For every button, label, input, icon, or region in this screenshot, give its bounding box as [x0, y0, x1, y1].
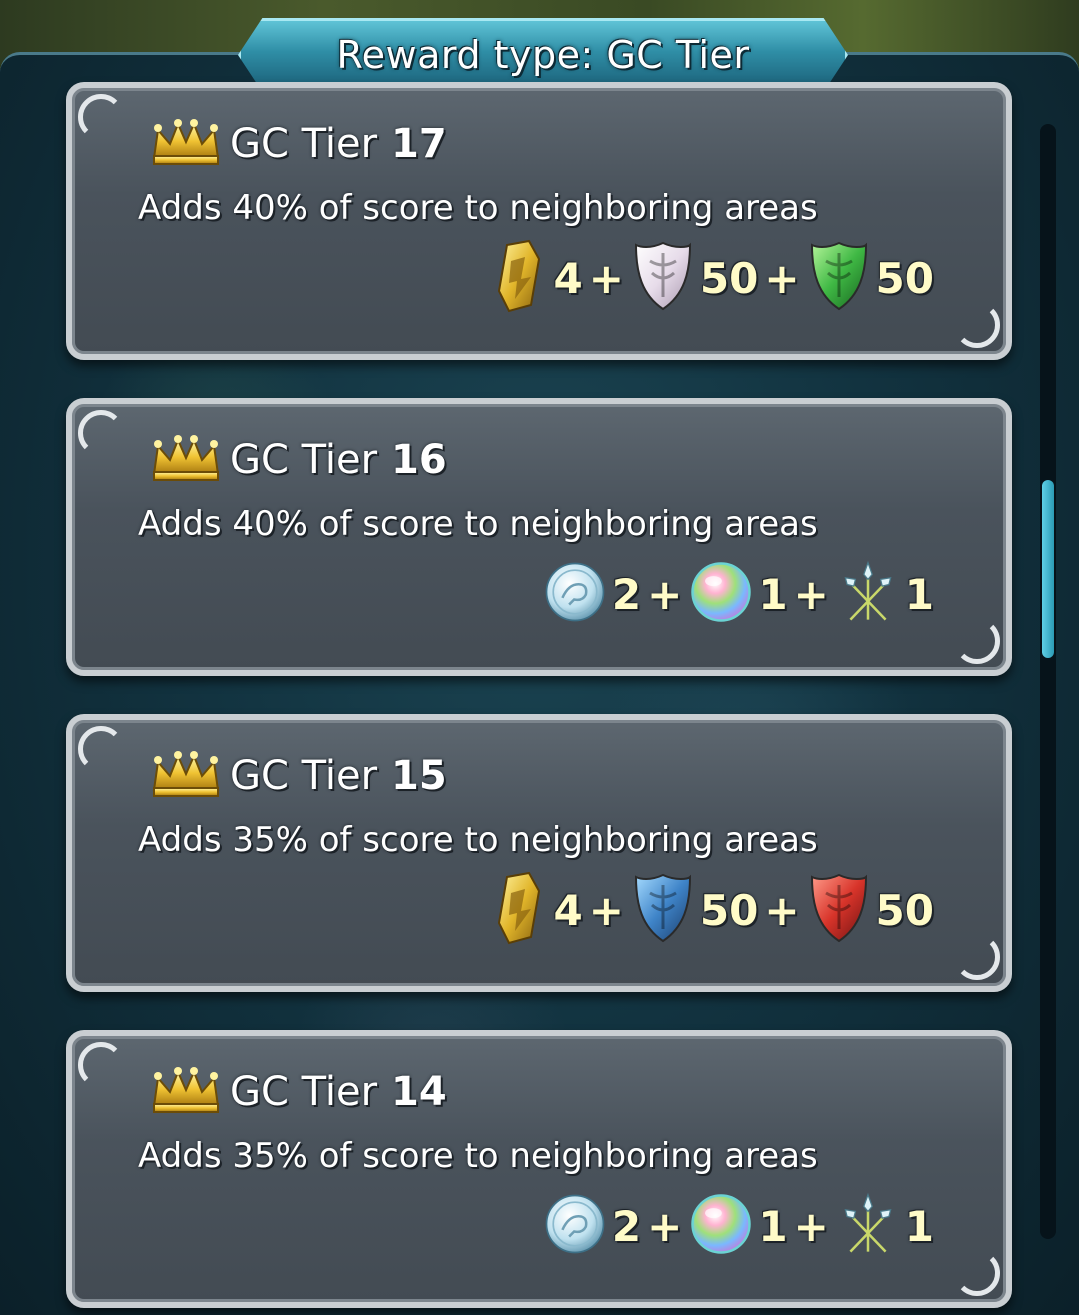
- tier-title-row: GC Tier 16: [150, 434, 447, 486]
- gold-badge-icon: [485, 871, 547, 949]
- tier-label: GC Tier 17: [230, 121, 447, 167]
- silver-coin-icon: [544, 555, 606, 633]
- reward-quantity: 1: [904, 569, 934, 619]
- tier-number: 15: [391, 753, 447, 799]
- tier-description: Adds 35% of score to neighboring areas: [138, 820, 818, 860]
- white-crest-shield-icon: [632, 239, 694, 317]
- reward-list: 2 +1 +1: [544, 1186, 940, 1266]
- reward-list: 2 +1 +1: [544, 554, 940, 634]
- plus-sign: +: [588, 885, 624, 935]
- triple-lance-icon: [837, 1187, 899, 1265]
- tier-label: GC Tier 14: [230, 1069, 447, 1115]
- tier-title-row: GC Tier 15: [150, 750, 447, 802]
- tier-card: GC Tier 16 Adds 40% of score to neighborin…: [66, 398, 1012, 676]
- tier-description: Adds 40% of score to neighboring areas: [138, 188, 818, 228]
- triple-lance-icon: [837, 555, 899, 633]
- crown-icon: [150, 750, 230, 802]
- rainbow-orb-icon: [690, 1187, 752, 1265]
- crown-icon: [150, 1066, 230, 1118]
- tier-card: GC Tier 17 Adds 40% of score to neighborin…: [66, 82, 1012, 360]
- plus-sign: +: [793, 1201, 829, 1251]
- green-crest-shield-icon: [808, 239, 870, 317]
- rainbow-orb-icon: [690, 555, 752, 633]
- reward-quantity: 50: [699, 885, 759, 935]
- reward-quantity: 2: [611, 1201, 642, 1251]
- plus-sign: +: [647, 1201, 683, 1251]
- red-crest-shield-icon: [808, 871, 870, 949]
- scrollbar-track[interactable]: [1040, 124, 1056, 1239]
- plus-sign: +: [764, 885, 800, 935]
- reward-quantity: 1: [758, 569, 788, 619]
- tier-title-row: GC Tier 17: [150, 118, 447, 170]
- tier-card: GC Tier 15 Adds 35% of score to neighborin…: [66, 714, 1012, 992]
- tier-number: 17: [391, 121, 447, 167]
- scrollbar-thumb[interactable]: [1042, 479, 1054, 659]
- gold-badge-icon: [485, 239, 547, 317]
- plus-sign: +: [647, 569, 683, 619]
- reward-quantity: 50: [699, 253, 759, 303]
- reward-quantity: 1: [758, 1201, 788, 1251]
- reward-quantity: 1: [904, 1201, 934, 1251]
- reward-list: 4 +50 +50: [485, 870, 940, 950]
- silver-coin-icon: [544, 1187, 606, 1265]
- plus-sign: +: [588, 253, 624, 303]
- reward-quantity: 4: [553, 885, 583, 935]
- tier-number: 14: [391, 1069, 447, 1115]
- reward-list: 4 +50 +50: [485, 238, 940, 318]
- tier-number: 16: [391, 437, 447, 483]
- tier-description: Adds 40% of score to neighboring areas: [138, 504, 818, 544]
- crown-icon: [150, 434, 230, 486]
- tier-label: GC Tier 15: [230, 753, 447, 799]
- tier-description: Adds 35% of score to neighboring areas: [138, 1136, 818, 1176]
- tier-title-row: GC Tier 14: [150, 1066, 447, 1118]
- reward-quantity: 2: [611, 569, 642, 619]
- reward-type-header: Reward type: GC Tier: [238, 18, 848, 92]
- crown-icon: [150, 118, 230, 170]
- reward-quantity: 50: [875, 253, 934, 303]
- reward-quantity: 4: [553, 253, 583, 303]
- blue-crest-shield-icon: [632, 871, 694, 949]
- reward-quantity: 50: [875, 885, 934, 935]
- plus-sign: +: [793, 569, 829, 619]
- header-title: Reward type: GC Tier: [336, 33, 750, 77]
- tier-label: GC Tier 16: [230, 437, 447, 483]
- plus-sign: +: [764, 253, 800, 303]
- tier-card: GC Tier 14 Adds 35% of score to neighborin…: [66, 1030, 1012, 1308]
